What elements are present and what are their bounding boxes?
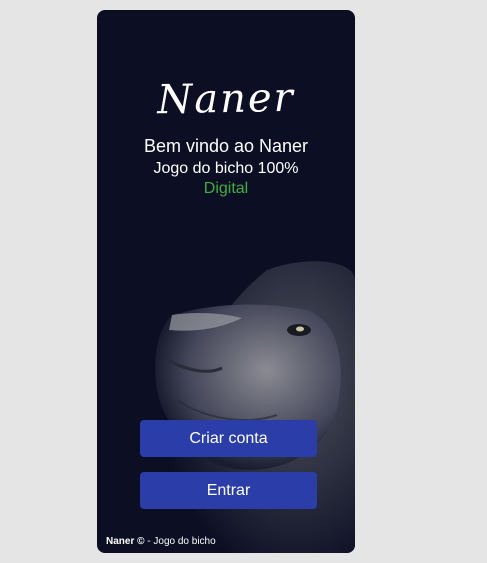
tagline-highlight: Digital: [203, 180, 249, 197]
welcome-title: Bem vindo ao Naner: [143, 136, 309, 156]
app-screen: Naner Bem vindo ao Naner Jogo do bicho 1…: [97, 10, 355, 553]
footer-separator: -: [147, 536, 151, 547]
tagline: Jogo do bicho 100%: [153, 160, 299, 177]
footer-brand: Naner ©: [106, 536, 145, 547]
footer: Naner © - Jogo do bicho: [106, 536, 216, 547]
create-account-button[interactable]: Criar conta: [140, 420, 317, 457]
app-logo: Naner: [156, 74, 296, 124]
footer-text: Jogo do bicho: [153, 536, 216, 547]
login-button[interactable]: Entrar: [140, 472, 317, 509]
